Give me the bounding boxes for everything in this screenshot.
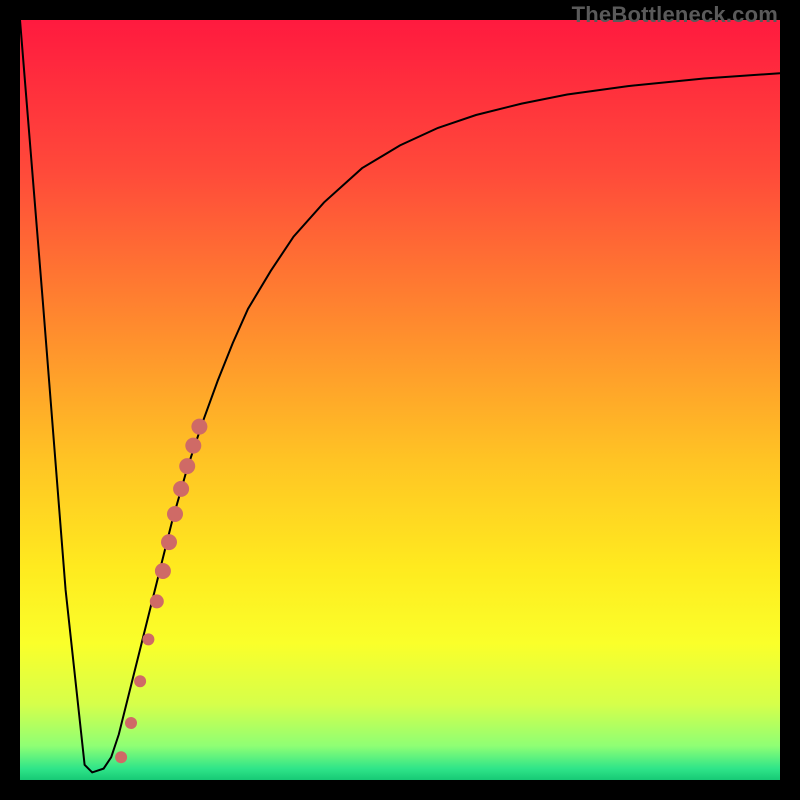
scatter-point xyxy=(167,506,183,522)
scatter-point xyxy=(155,563,171,579)
scatter-point xyxy=(150,594,164,608)
chart-frame: TheBottleneck.com xyxy=(0,0,800,800)
scatter-point xyxy=(142,633,154,645)
watermark-text: TheBottleneck.com xyxy=(572,2,778,28)
scatter-point xyxy=(173,481,189,497)
scatter-point xyxy=(125,717,137,729)
scatter-point xyxy=(115,751,127,763)
scatter-point xyxy=(191,419,207,435)
scatter-point xyxy=(185,438,201,454)
gradient-background xyxy=(20,20,780,780)
scatter-point xyxy=(161,534,177,550)
plot-area xyxy=(20,20,780,780)
chart-svg xyxy=(20,20,780,780)
scatter-point xyxy=(134,675,146,687)
scatter-point xyxy=(179,458,195,474)
